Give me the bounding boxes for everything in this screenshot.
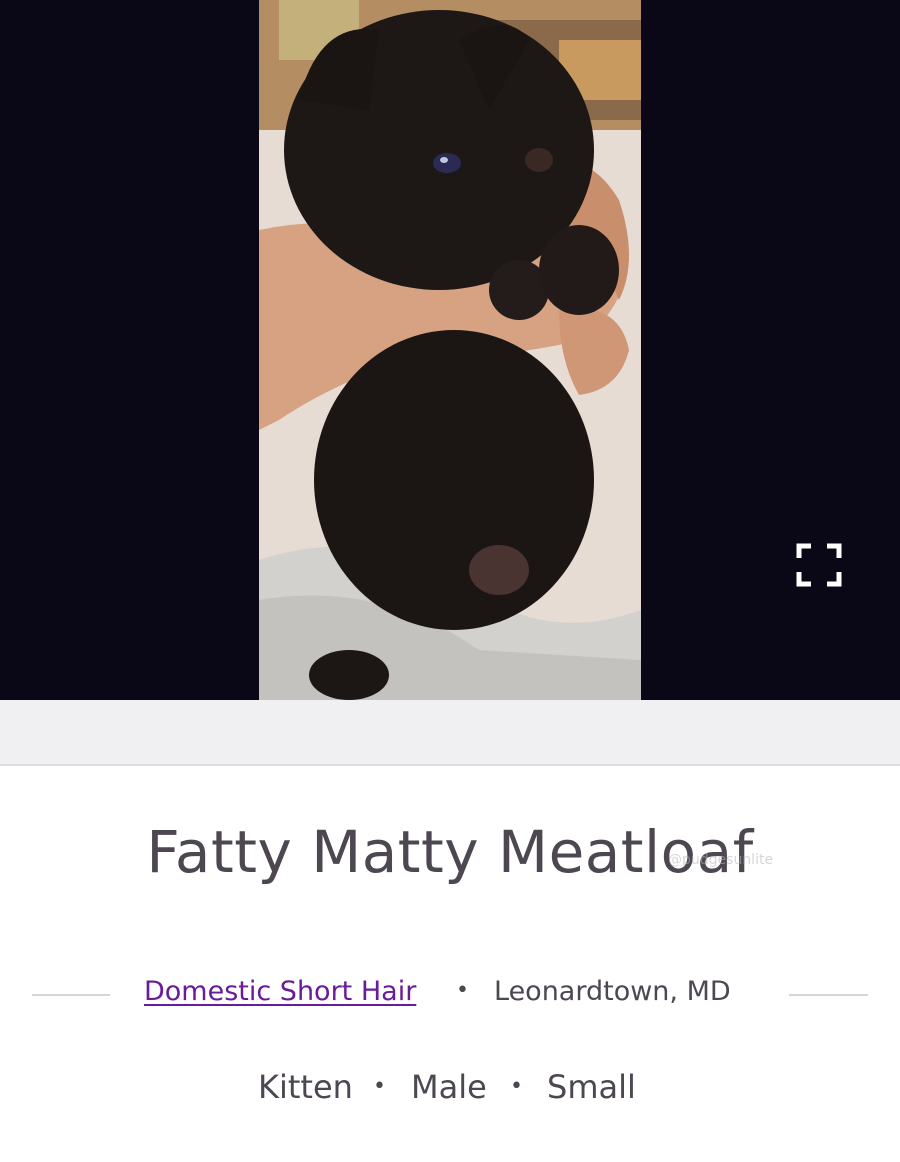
divider-band bbox=[0, 700, 900, 766]
right-divider bbox=[789, 994, 868, 996]
pet-photo[interactable] bbox=[259, 0, 641, 700]
kitten-image bbox=[259, 0, 641, 700]
photo-watermark: @pudgesunlite bbox=[668, 852, 774, 868]
separator-dot: • bbox=[373, 1074, 386, 1099]
gender-attribute: Male bbox=[411, 1068, 487, 1106]
attributes-row: Kitten • Male • Small bbox=[0, 1068, 900, 1116]
location-text: Leonardtown, MD bbox=[494, 976, 731, 1007]
age-attribute: Kitten bbox=[258, 1068, 353, 1106]
separator-dot: • bbox=[456, 978, 469, 1003]
size-attribute: Small bbox=[547, 1068, 636, 1106]
fullscreen-button[interactable] bbox=[796, 543, 842, 587]
photo-carousel bbox=[0, 0, 900, 700]
expand-fullscreen-icon bbox=[796, 543, 842, 587]
breed-link[interactable]: Domestic Short Hair bbox=[144, 976, 416, 1007]
breed-location-row: Domestic Short Hair • Leonardtown, MD bbox=[0, 970, 900, 1018]
left-divider bbox=[32, 994, 110, 996]
separator-dot: • bbox=[510, 1074, 523, 1099]
